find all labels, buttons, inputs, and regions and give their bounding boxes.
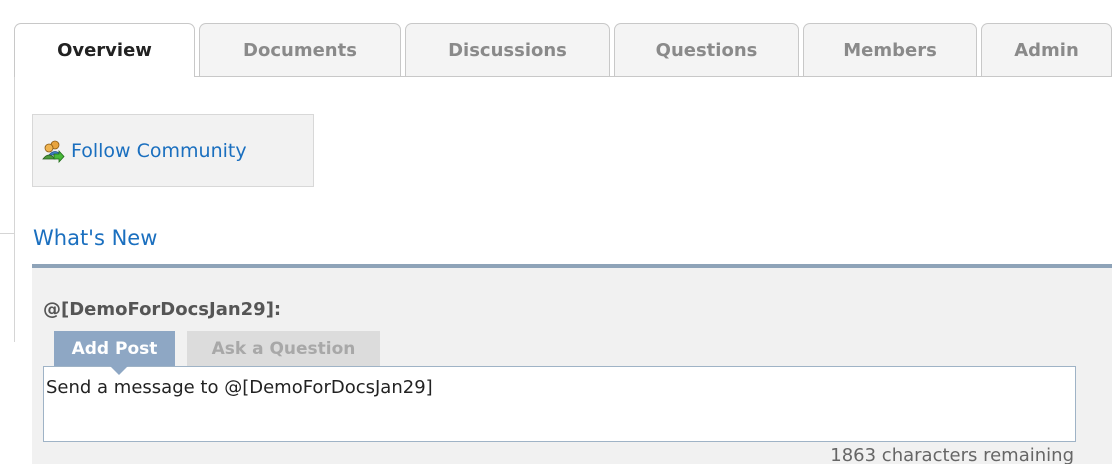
follow-community-icon [42, 140, 65, 163]
side-divider [0, 233, 14, 234]
community-tabbar: Overview Documents Discussions Questions… [14, 23, 1112, 77]
content-border [14, 76, 15, 342]
tab-discussions[interactable]: Discussions [405, 23, 610, 76]
tab-members[interactable]: Members [803, 23, 977, 76]
tab-questions[interactable]: Questions [614, 23, 799, 76]
tab-admin[interactable]: Admin [981, 23, 1112, 76]
activity-panel: @[DemoForDocsJan29]: Add Post Ask a Ques… [32, 264, 1112, 464]
follow-community-label: Follow Community [71, 139, 247, 162]
add-post-tab[interactable]: Add Post [54, 331, 175, 366]
ask-question-tab[interactable]: Ask a Question [187, 331, 380, 366]
post-target-label: @[DemoForDocsJan29]: [43, 299, 282, 320]
tab-overview[interactable]: Overview [14, 23, 195, 77]
follow-community-button[interactable]: Follow Community [32, 114, 314, 187]
whats-new-heading: What's New [33, 226, 158, 250]
tab-documents[interactable]: Documents [199, 23, 401, 76]
message-input[interactable]: Send a message to @[DemoForDocsJan29] [43, 366, 1076, 442]
community-page: Overview Documents Discussions Questions… [0, 0, 1112, 464]
characters-remaining: 1863 characters remaining [830, 445, 1074, 464]
active-tab-pointer [110, 366, 128, 375]
